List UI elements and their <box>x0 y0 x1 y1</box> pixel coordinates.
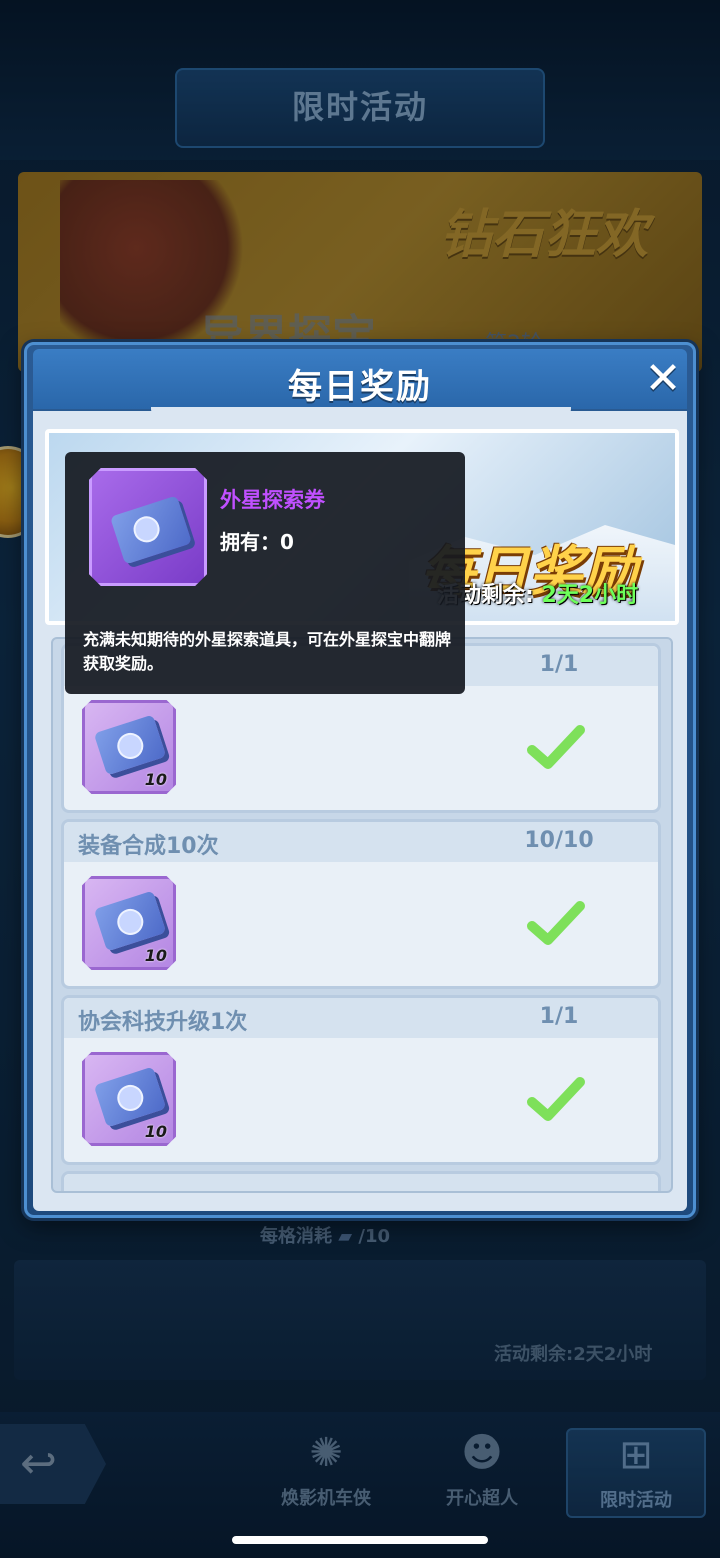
reward-item[interactable]: 10 <box>82 876 176 970</box>
home-indicator[interactable] <box>232 1536 488 1544</box>
event-time-remaining: 活动剩余: 2天2小时 <box>437 577 638 609</box>
task-row <box>61 1171 661 1191</box>
task-name: 装备合成10次 <box>78 834 219 859</box>
alien-ticket-icon <box>93 1066 167 1128</box>
completed-check-icon <box>527 725 585 769</box>
close-x-icon: ✕ <box>644 353 682 404</box>
header-notch <box>151 407 571 415</box>
reward-count: 10 <box>144 1122 167 1141</box>
task-progress: 1/1 <box>539 1004 579 1029</box>
completed-check-icon <box>527 1077 585 1121</box>
task-row: 装备合成10次 10/10 10 <box>61 819 661 989</box>
reward-item[interactable]: 10 <box>82 700 176 794</box>
task-row: 协会科技升级1次 1/1 10 <box>61 995 661 1165</box>
time-value: 2天2小时 <box>541 583 639 608</box>
reward-count: 10 <box>144 770 167 789</box>
reward-item[interactable]: 10 <box>82 1052 176 1146</box>
task-progress: 10/10 <box>524 828 594 853</box>
alien-ticket-icon <box>109 495 193 565</box>
item-name: 外星探索券 <box>220 488 325 512</box>
close-button[interactable]: ✕ <box>641 357 685 401</box>
item-tooltip: 外星探索券 拥有：0 充满未知期待的外星探索道具，可在外星探宝中翻牌获取奖励。 <box>65 452 465 694</box>
modal-title: 每日奖励 <box>288 367 432 407</box>
task-progress: 1/1 <box>539 652 579 677</box>
alien-ticket-icon <box>93 714 167 776</box>
alien-ticket-icon <box>93 890 167 952</box>
item-owned-count: 拥有：0 <box>220 530 294 554</box>
item-description: 充满未知期待的外星探索道具，可在外星探宝中翻牌获取奖励。 <box>83 630 452 673</box>
completed-check-icon <box>527 901 585 945</box>
task-list[interactable]: 1/1 10 装备合成10次 10/10 10 协会科技升级1次 1/1 10 <box>51 637 673 1193</box>
task-header <box>64 1174 658 1191</box>
task-name: 协会科技升级1次 <box>78 1010 248 1035</box>
reward-count: 10 <box>144 946 167 965</box>
item-icon-frame <box>89 468 207 586</box>
